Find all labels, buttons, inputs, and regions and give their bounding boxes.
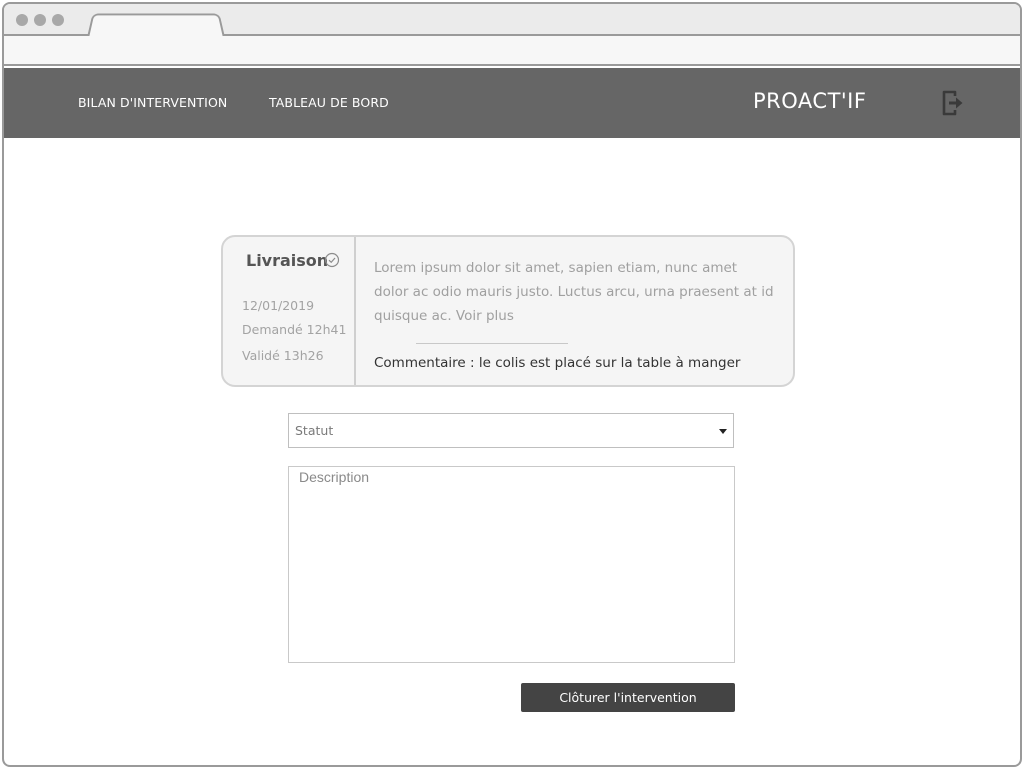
card-divider — [416, 343, 568, 344]
intervention-description: Lorem ipsum dolor sit amet, sapien etiam… — [374, 260, 774, 324]
card-summary: Livraison 12/01/2019 Demandé 12h41 Valid… — [223, 237, 356, 385]
intervention-card: Livraison 12/01/2019 Demandé 12h41 Valid… — [221, 235, 795, 387]
validated-time: Validé 13h26 — [242, 348, 324, 363]
browser-titlebar — [4, 4, 1020, 37]
browser-tab[interactable] — [87, 13, 225, 37]
chevron-down-icon — [719, 429, 727, 434]
logout-icon[interactable] — [940, 88, 966, 118]
address-bar[interactable] — [4, 36, 1020, 66]
nav-link-bilan-intervention[interactable]: BILAN D'INTERVENTION — [78, 95, 227, 110]
status-select-value: Statut — [295, 423, 334, 438]
status-select[interactable]: Statut — [288, 413, 734, 448]
requested-time: Demandé 12h41 — [242, 322, 347, 337]
check-circle-icon — [324, 252, 340, 268]
brand-logo: PROACT'IF — [753, 89, 867, 113]
close-dot[interactable] — [16, 14, 28, 26]
maximize-dot[interactable] — [52, 14, 64, 26]
nav-link-tableau-de-bord[interactable]: TABLEAU DE BORD — [269, 95, 389, 110]
intervention-comment: Commentaire : le colis est placé sur la … — [374, 355, 741, 371]
minimize-dot[interactable] — [34, 14, 46, 26]
description-textarea[interactable] — [288, 466, 735, 663]
intervention-date: 12/01/2019 — [242, 298, 315, 313]
intervention-type: Livraison — [246, 251, 329, 270]
close-intervention-button[interactable]: Clôturer l'intervention — [521, 683, 735, 712]
top-navbar: BILAN D'INTERVENTION TABLEAU DE BORD PRO… — [4, 68, 1020, 138]
